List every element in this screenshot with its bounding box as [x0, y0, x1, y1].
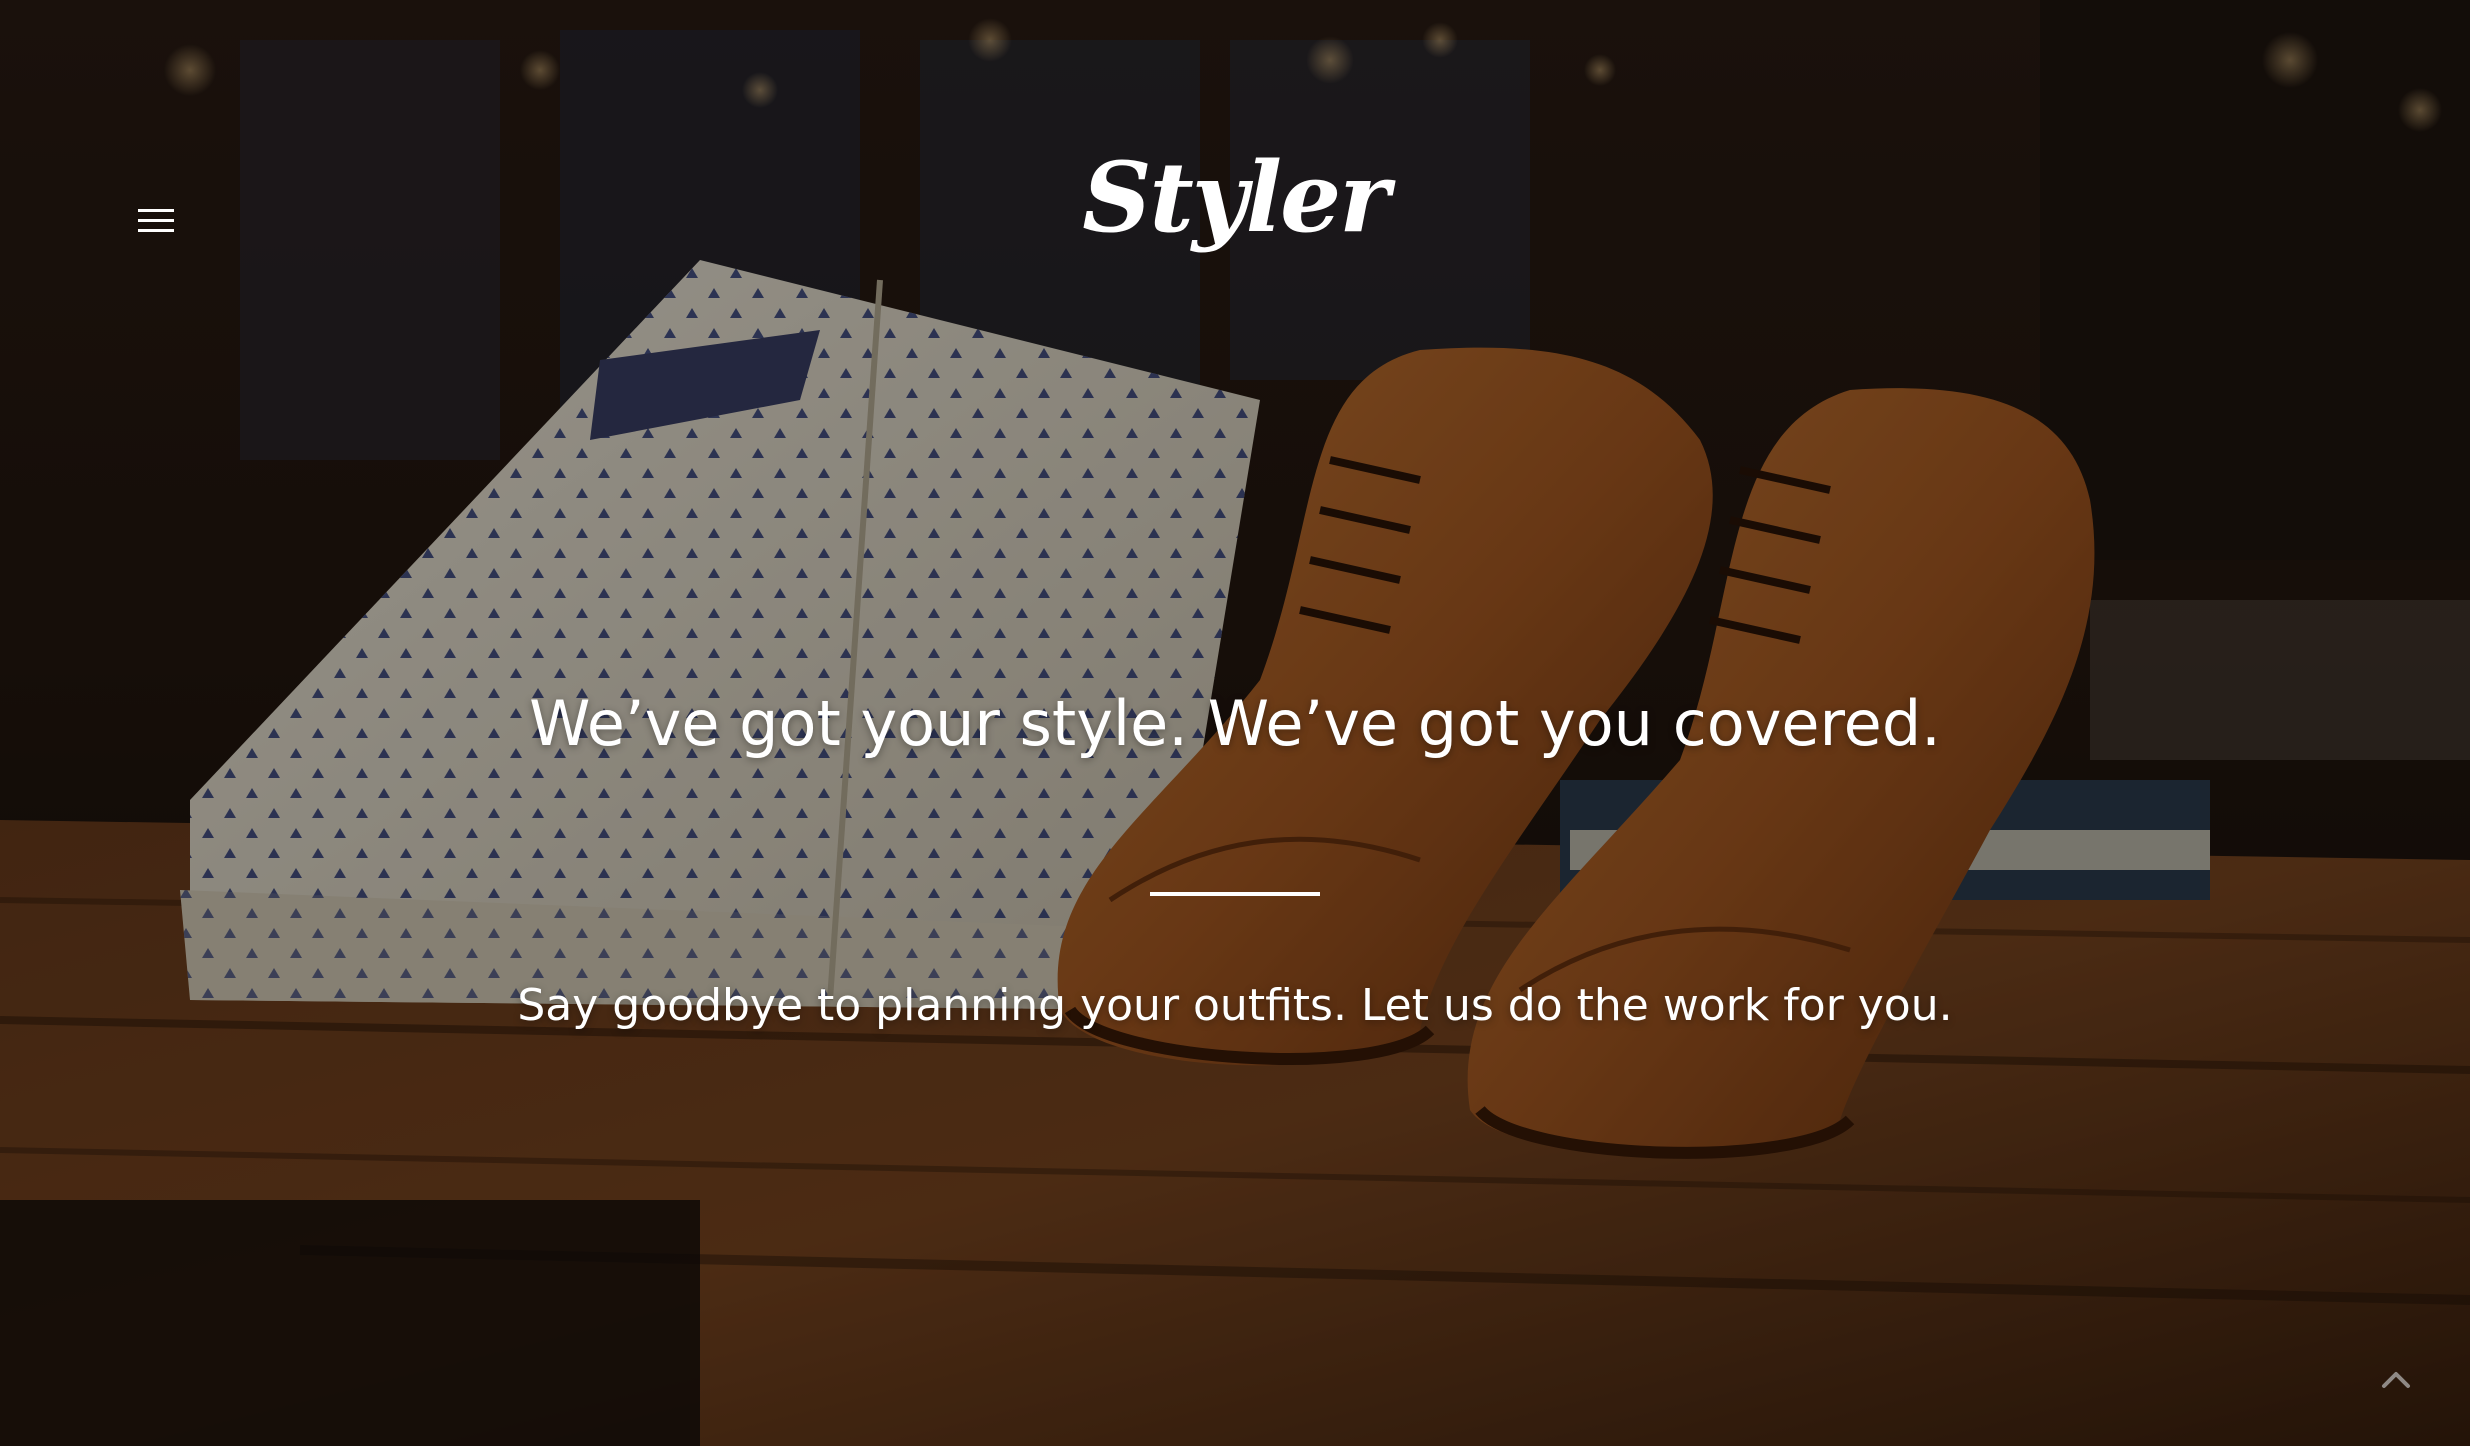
hero-section: Styler We’ve got your style. We’ve got y… [0, 0, 2470, 1446]
chevron-up-icon[interactable] [2376, 1366, 2416, 1396]
hero-divider [1150, 892, 1320, 896]
hero-headline: We’ve got your style. We’ve got you cove… [529, 687, 1941, 760]
hero-subheadline: Say goodbye to planning your outfits. Le… [517, 980, 1953, 1031]
site-logo[interactable]: Styler [0, 150, 2470, 246]
